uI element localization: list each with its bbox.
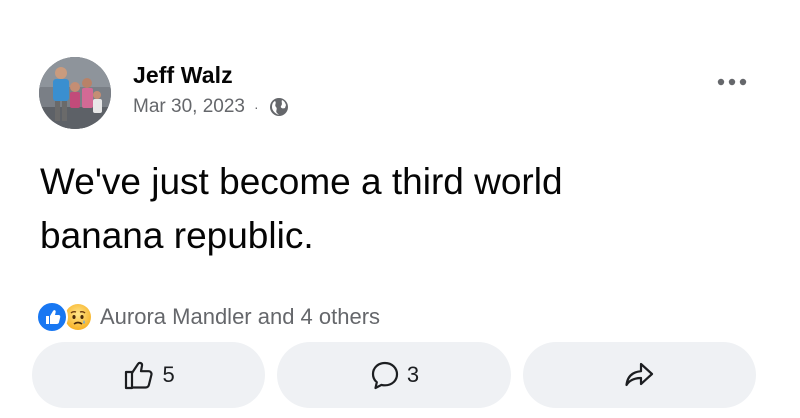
comment-icon [371, 361, 398, 390]
like-count: 5 [162, 362, 175, 387]
comment-count: 3 [406, 362, 420, 387]
post-text: We've just become a third world banana r… [40, 161, 563, 256]
post-date[interactable]: Mar 30, 2023 [133, 96, 245, 118]
post-meta: Mar 30, 2023 · [133, 96, 289, 118]
more-options-button[interactable] [712, 64, 752, 100]
share-icon [625, 362, 654, 387]
reactions-summary[interactable]: Aurora Mandler and 4 others [100, 304, 380, 330]
share-button[interactable] [522, 342, 756, 408]
avatar[interactable] [39, 57, 111, 129]
profile-photo [39, 57, 111, 129]
globe-icon [269, 97, 289, 117]
thumbs-up-icon [124, 361, 153, 390]
like-reaction-icon [36, 301, 68, 333]
comment-button[interactable]: 3 [277, 342, 511, 408]
meta-separator: · [253, 99, 259, 115]
like-button[interactable]: 5 [32, 342, 266, 408]
action-bar: 5 3 [32, 342, 756, 408]
more-horizontal-icon [717, 78, 747, 86]
reactions-bar[interactable]: Aurora Mandler and 4 others [36, 300, 380, 334]
author-name[interactable]: Jeff Walz [133, 62, 233, 89]
post-card: Jeff Walz Mar 30, 2023 · We've just beco… [0, 0, 800, 418]
